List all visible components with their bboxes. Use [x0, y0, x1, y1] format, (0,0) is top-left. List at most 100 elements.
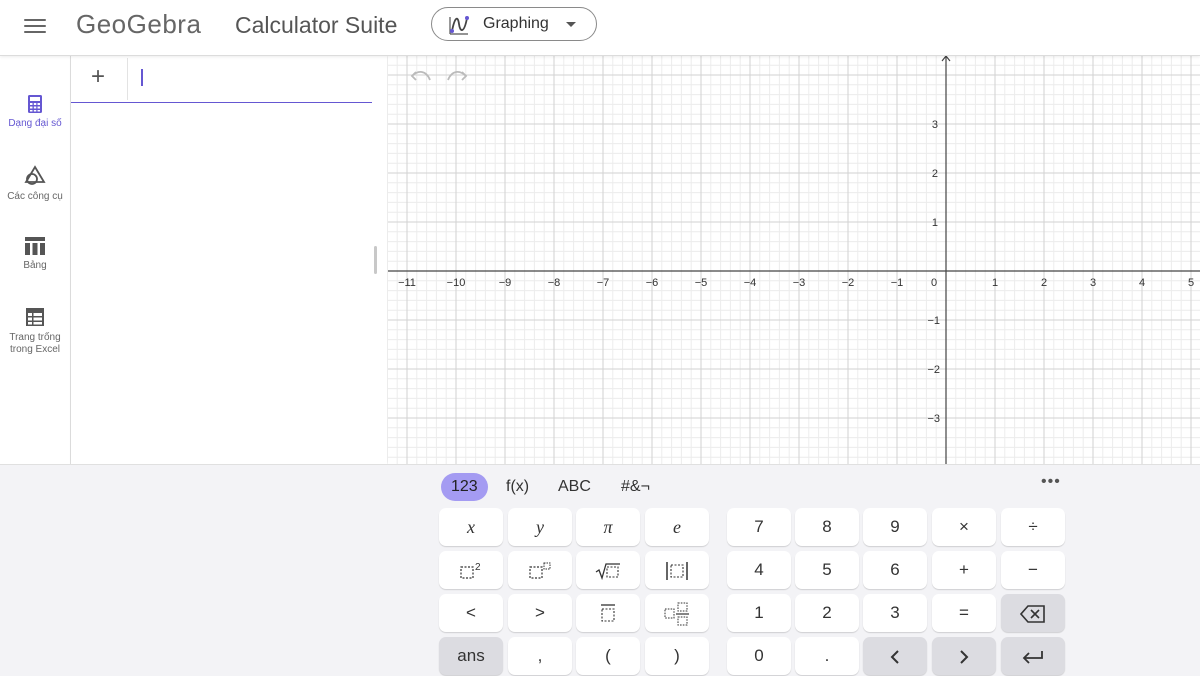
- app-switch-label: Graphing: [483, 15, 549, 32]
- nav-item-spreadsheet[interactable]: Trang trống trong Excel: [0, 306, 70, 356]
- key-divide[interactable]: ÷: [1001, 508, 1065, 546]
- key-3[interactable]: 3: [863, 594, 927, 632]
- key-8[interactable]: 8: [795, 508, 859, 546]
- key-fraction[interactable]: [645, 594, 709, 632]
- key-plus[interactable]: +: [932, 551, 996, 589]
- graphics-view[interactable]: −11 −10 −9 −8 −7 −6 −5 −4 −3 −2 −1 0 1 2 3 4 5 3 2 1 −1 −2 −3: [388, 56, 1200, 464]
- key-less-than[interactable]: <: [439, 594, 503, 632]
- chevron-left-icon: [890, 649, 899, 664]
- hamburger-menu-icon[interactable]: [24, 16, 46, 38]
- y-tick-label: 2: [932, 168, 938, 180]
- add-item-button[interactable]: +: [91, 64, 105, 90]
- x-tick-label: −5: [695, 277, 708, 289]
- key-decimal[interactable]: .: [795, 637, 859, 675]
- x-tick-label: −8: [548, 277, 561, 289]
- nav-item-table[interactable]: Bảng: [0, 236, 70, 272]
- key-equals[interactable]: =: [932, 594, 996, 632]
- suite-title: Calculator Suite: [235, 12, 398, 38]
- square-root-icon: [595, 562, 620, 580]
- key-0[interactable]: 0: [727, 637, 791, 675]
- redo-icon[interactable]: [446, 68, 468, 84]
- coordinate-grid: −11 −10 −9 −8 −7 −6 −5 −4 −3 −2 −1 0 1 2 3 4 5321−1−2−3: [388, 56, 1200, 464]
- key-9[interactable]: 9: [863, 508, 927, 546]
- key-ans[interactable]: ans: [439, 637, 503, 675]
- x-tick-label: −3: [793, 277, 806, 289]
- cursor-right-key[interactable]: [932, 637, 996, 675]
- spreadsheet-icon: [26, 308, 44, 326]
- x-tick-label: 4: [1139, 277, 1145, 289]
- absolute-value-icon: [666, 561, 688, 580]
- key-5[interactable]: 5: [795, 551, 859, 589]
- top-bar: GeoGebra Calculator Suite Graphing: [0, 0, 1200, 56]
- svg-text:2: 2: [475, 562, 481, 573]
- key-e[interactable]: e: [645, 508, 709, 546]
- app-switch-dropdown[interactable]: Graphing: [431, 7, 597, 41]
- keyboard-tab-letters[interactable]: ABC: [548, 473, 601, 501]
- key-square[interactable]: 2: [439, 551, 503, 589]
- x-tick-label: −9: [499, 277, 512, 289]
- nav-label: Các công cụ: [7, 191, 63, 202]
- shapes-tools-icon: [24, 165, 46, 185]
- key-multiply[interactable]: ×: [932, 508, 996, 546]
- chevron-down-icon: [566, 22, 576, 27]
- power-icon: [529, 562, 551, 579]
- undo-icon[interactable]: [410, 68, 432, 84]
- algebra-input-row: +: [71, 56, 373, 103]
- chevron-right-icon: [960, 649, 969, 664]
- graphing-icon: [449, 16, 469, 35]
- key-overline[interactable]: [576, 594, 640, 632]
- key-x[interactable]: x: [439, 508, 503, 546]
- key-comma[interactable]: ,: [508, 637, 572, 675]
- key-4[interactable]: 4: [727, 551, 791, 589]
- keyboard-tab-functions[interactable]: f(x): [496, 473, 539, 501]
- key-7[interactable]: 7: [727, 508, 791, 546]
- y-tick-label: 1: [932, 217, 938, 229]
- side-navigation: Dạng đại số Các công cụ Bảng Trang trống…: [0, 56, 71, 464]
- key-power[interactable]: [508, 551, 572, 589]
- more-options-icon[interactable]: •••: [1041, 473, 1061, 491]
- backspace-key[interactable]: [1001, 594, 1065, 632]
- key-2[interactable]: 2: [795, 594, 859, 632]
- key-close-paren[interactable]: ): [645, 637, 709, 675]
- text-cursor: [141, 69, 143, 86]
- x-tick-label: −4: [744, 277, 757, 289]
- key-1[interactable]: 1: [727, 594, 791, 632]
- y-tick-label: −1: [927, 315, 940, 327]
- x-tick-label: 5: [1188, 277, 1194, 289]
- square-icon: 2: [460, 562, 481, 579]
- x-tick-label: 2: [1041, 277, 1047, 289]
- calculator-icon: [28, 95, 42, 113]
- key-sqrt[interactable]: [576, 551, 640, 589]
- enter-icon: [1022, 650, 1043, 664]
- nav-label: Bảng: [23, 260, 47, 271]
- x-tick-label: −1: [891, 277, 904, 289]
- y-tick-label: −2: [927, 364, 940, 376]
- keyboard-tab-symbols[interactable]: #&¬: [611, 473, 660, 501]
- algebra-input[interactable]: [131, 60, 373, 100]
- key-pi[interactable]: π: [576, 508, 640, 546]
- nav-label: Dạng đại số: [8, 118, 62, 129]
- key-abs[interactable]: [645, 551, 709, 589]
- nav-item-tools[interactable]: Các công cụ: [0, 165, 70, 203]
- backspace-icon: [1019, 604, 1045, 623]
- key-open-paren[interactable]: (: [576, 637, 640, 675]
- geogebra-logo: GeoGebra: [76, 9, 202, 39]
- cursor-left-key[interactable]: [863, 637, 927, 675]
- x-tick-label: 1: [992, 277, 998, 289]
- key-y[interactable]: y: [508, 508, 572, 546]
- panel-resize-handle[interactable]: [374, 246, 377, 274]
- x-tick-label: −6: [646, 277, 659, 289]
- key-6[interactable]: 6: [863, 551, 927, 589]
- y-tick-label: −3: [927, 413, 940, 425]
- key-greater-than[interactable]: >: [508, 594, 572, 632]
- y-tick-label: 3: [932, 119, 938, 131]
- divider: [127, 58, 128, 100]
- x-tick-label: −10: [447, 277, 466, 289]
- x-tick-label: −7: [597, 277, 610, 289]
- mixed-fraction-icon: [664, 602, 689, 626]
- enter-key[interactable]: [1001, 637, 1065, 675]
- virtual-keyboard: 123 f(x) ABC #&¬ ••• x y π e 7 8 9 × ÷ 2: [0, 464, 1200, 676]
- keyboard-tab-numbers[interactable]: 123: [441, 473, 488, 501]
- nav-item-algebra[interactable]: Dạng đại số: [0, 94, 70, 130]
- key-minus[interactable]: −: [1001, 551, 1065, 589]
